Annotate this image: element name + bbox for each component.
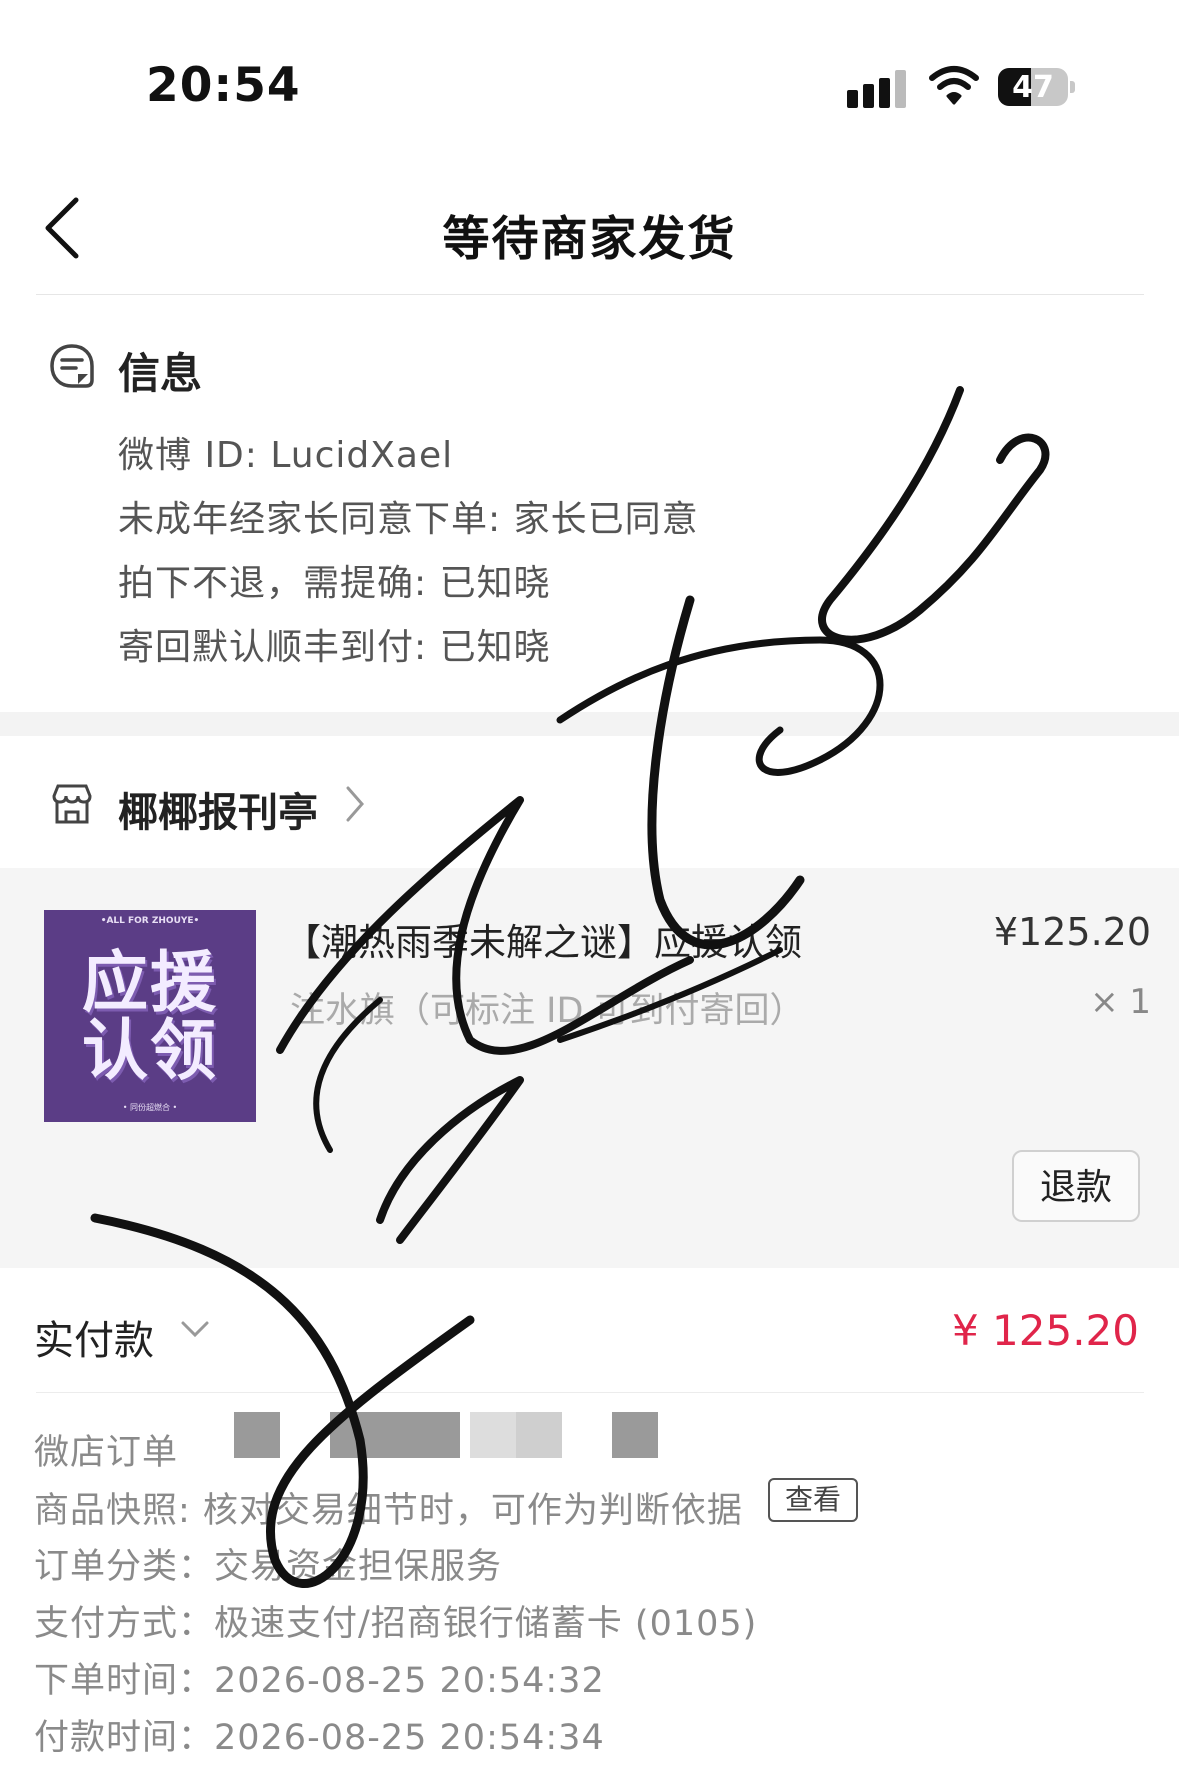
shop-icon xyxy=(52,784,92,824)
cellular-signal-icon xyxy=(847,66,907,108)
order-time: 下单时间：2026-08-25 20:54:32 xyxy=(34,1661,605,1701)
product-spec: 注水旗（可标注 ID 可到付寄回） xyxy=(290,991,805,1031)
chevron-down-icon[interactable] xyxy=(180,1318,210,1340)
note-icon xyxy=(50,344,94,388)
paid-amount-label[interactable]: 实付款 xyxy=(34,1308,154,1366)
order-number-label: 微店订单 xyxy=(34,1433,179,1473)
payment-time: 付款时间：2026-08-25 20:54:34 xyxy=(34,1718,605,1758)
info-no-return: 拍下不退，需提确: 已知晓 xyxy=(118,563,551,604)
info-parent-consent: 未成年经家长同意下单: 家长已同意 xyxy=(118,499,699,540)
status-time: 20:54 xyxy=(146,58,301,113)
paid-amount-value: ¥ 125.20 xyxy=(951,1306,1139,1355)
shop-name[interactable]: 椰椰报刊亭 xyxy=(118,780,318,838)
view-snapshot-button[interactable]: 查看 xyxy=(768,1478,858,1522)
page-title: 等待商家发货 xyxy=(442,212,737,267)
info-weibo-id: 微博 ID: LucidXael xyxy=(118,435,454,476)
chevron-right-icon[interactable] xyxy=(344,784,366,824)
payment-method: 支付方式：极速支付/招商银行储蓄卡 (0105) xyxy=(34,1604,758,1644)
battery-level: 47 xyxy=(1012,70,1054,105)
info-section-title: 信息 xyxy=(118,349,203,398)
divider xyxy=(36,1392,1144,1393)
product-thumbnail[interactable]: •ALL FOR ZHOUYE• 应援 认领 • 同份超燃合 • xyxy=(44,910,256,1122)
order-category: 订单分类：交易资金担保服务 xyxy=(34,1547,503,1587)
product-quantity: × 1 xyxy=(1090,982,1151,1022)
order-number-redacted xyxy=(180,1412,660,1460)
divider xyxy=(36,294,1144,295)
battery-icon: 47 xyxy=(998,68,1075,106)
section-gap xyxy=(0,712,1179,736)
snapshot-row: 商品快照: 核对交易细节时，可作为判断依据 xyxy=(34,1491,743,1531)
info-shipping: 寄回默认顺丰到付: 已知晓 xyxy=(118,627,551,668)
product-price: ¥125.20 xyxy=(993,910,1151,954)
refund-button[interactable]: 退款 xyxy=(1012,1150,1140,1222)
product-name[interactable]: 【潮热雨季未解之谜】应援认领 xyxy=(284,912,802,966)
wifi-icon xyxy=(929,66,979,105)
